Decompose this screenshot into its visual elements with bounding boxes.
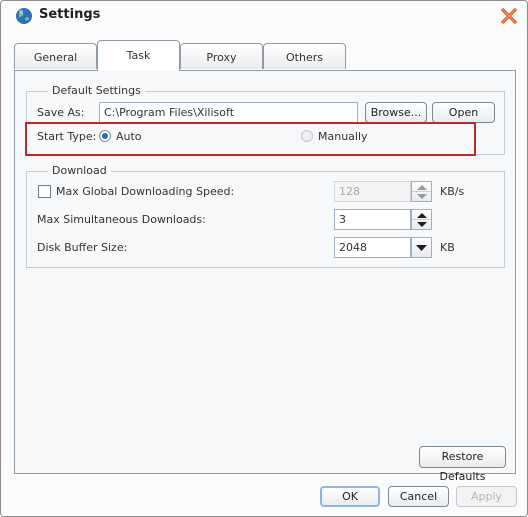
spin-up-icon[interactable] — [412, 182, 431, 192]
disk-buffer-unit: KB — [440, 241, 455, 254]
max-speed-input[interactable]: 128 — [334, 181, 411, 202]
tab-task[interactable]: Task — [97, 40, 180, 71]
app-globe-icon — [16, 8, 32, 24]
settings-window: Settings General Task Proxy Others Defau… — [0, 0, 528, 517]
tab-proxy[interactable]: Proxy — [180, 43, 263, 69]
max-simultaneous-label: Max Simultaneous Downloads: — [37, 213, 206, 226]
cancel-button[interactable]: Cancel — [388, 486, 449, 507]
close-icon[interactable] — [498, 5, 520, 27]
max-simultaneous-input[interactable]: 3 — [334, 209, 411, 230]
max-speed-checkbox[interactable] — [38, 185, 51, 198]
disk-buffer-label: Disk Buffer Size: — [37, 241, 128, 254]
default-settings-title: Default Settings — [48, 84, 145, 97]
disk-buffer-select[interactable]: 2048 — [334, 237, 411, 258]
download-title: Download — [48, 164, 111, 177]
disk-buffer-dropdown-button[interactable] — [411, 237, 432, 258]
max-simultaneous-spinner[interactable] — [411, 209, 432, 230]
save-as-input[interactable]: C:\Program Files\Xilisoft — [99, 102, 358, 123]
spin-down-icon[interactable] — [412, 192, 431, 202]
restore-defaults-button[interactable]: Restore Defaults — [419, 446, 506, 483]
start-type-highlight-box — [25, 122, 476, 156]
browse-button[interactable]: Browse... — [365, 102, 427, 123]
title-bar: Settings — [1, 1, 527, 31]
spin-up-icon[interactable] — [412, 210, 431, 220]
ok-button[interactable]: OK — [320, 486, 380, 507]
tab-others[interactable]: Others — [263, 43, 346, 69]
window-title: Settings — [39, 7, 101, 22]
spin-down-icon[interactable] — [412, 220, 431, 230]
tab-general[interactable]: General — [14, 43, 97, 69]
max-speed-label[interactable]: Max Global Downloading Speed: — [56, 185, 234, 198]
max-speed-unit: KB/s — [440, 185, 465, 198]
chevron-down-icon — [416, 245, 427, 251]
max-speed-spinner[interactable] — [411, 181, 432, 202]
apply-button[interactable]: Apply — [456, 486, 517, 507]
save-as-label: Save As: — [37, 106, 85, 119]
open-button[interactable]: Open — [432, 102, 495, 123]
